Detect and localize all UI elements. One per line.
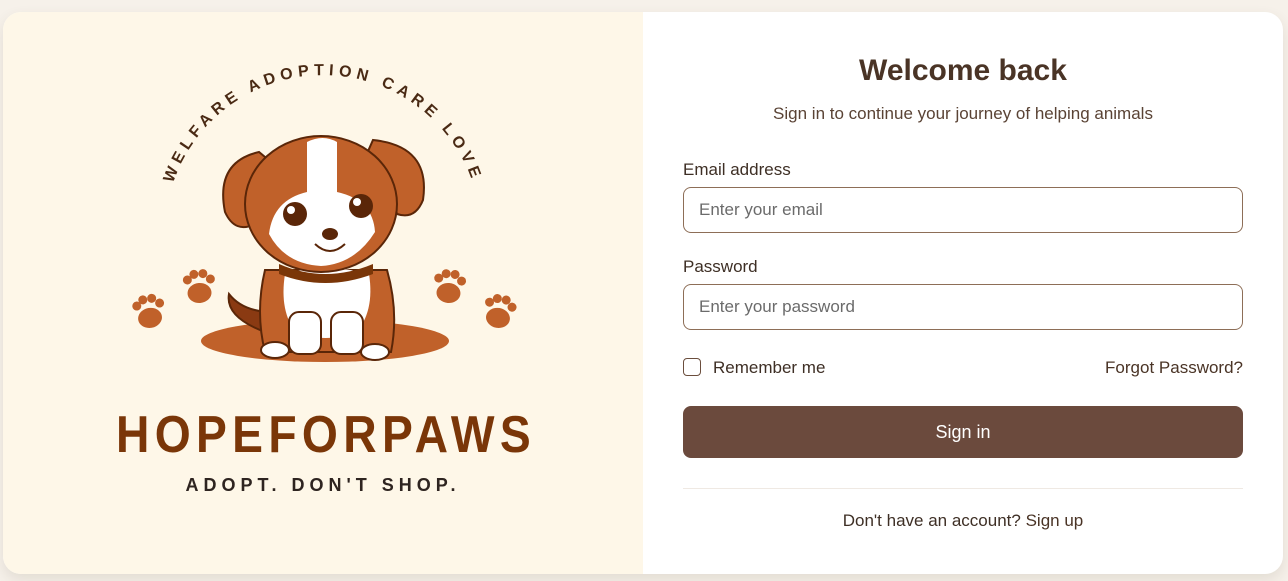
login-card: WELFARE ADOPTION CARE LOVE HOPEFORPAWS A…	[3, 12, 1283, 574]
paw-icon	[434, 269, 467, 303]
sign-up-link[interactable]: Sign up	[1026, 511, 1084, 530]
brand-logo: WELFARE ADOPTION CARE LOVE HOPEFORPAWS A…	[116, 62, 536, 495]
brand-tagline: ADOPT. DON'T SHOP.	[186, 475, 461, 495]
login-form: Welcome back Sign in to continue your jo…	[643, 12, 1283, 574]
password-label: Password	[683, 257, 758, 276]
remember-label[interactable]: Remember me	[713, 358, 825, 378]
dog-logo-icon	[201, 135, 449, 362]
paw-icon	[485, 294, 517, 328]
paw-icon	[132, 293, 165, 328]
page-subtitle: Sign in to continue your journey of help…	[773, 104, 1153, 123]
password-input[interactable]	[683, 284, 1243, 330]
signup-prompt: Don't have an account?	[842, 511, 1021, 530]
email-label: Email address	[683, 160, 791, 179]
forgot-password-link[interactable]: Forgot Password?	[1105, 358, 1243, 378]
sign-in-button[interactable]: Sign in	[683, 406, 1243, 458]
brand-panel: WELFARE ADOPTION CARE LOVE HOPEFORPAWS A…	[3, 12, 643, 574]
brand-name: HOPEFORPAWS	[116, 406, 536, 464]
page-title: Welcome back	[859, 54, 1067, 87]
email-input[interactable]	[683, 187, 1243, 233]
signup-row: Don't have an account? Sign up	[643, 511, 1283, 531]
remember-row: Remember me Forgot Password?	[683, 358, 1243, 378]
paw-icon	[182, 269, 215, 303]
divider	[683, 488, 1243, 489]
remember-checkbox[interactable]	[683, 358, 701, 376]
